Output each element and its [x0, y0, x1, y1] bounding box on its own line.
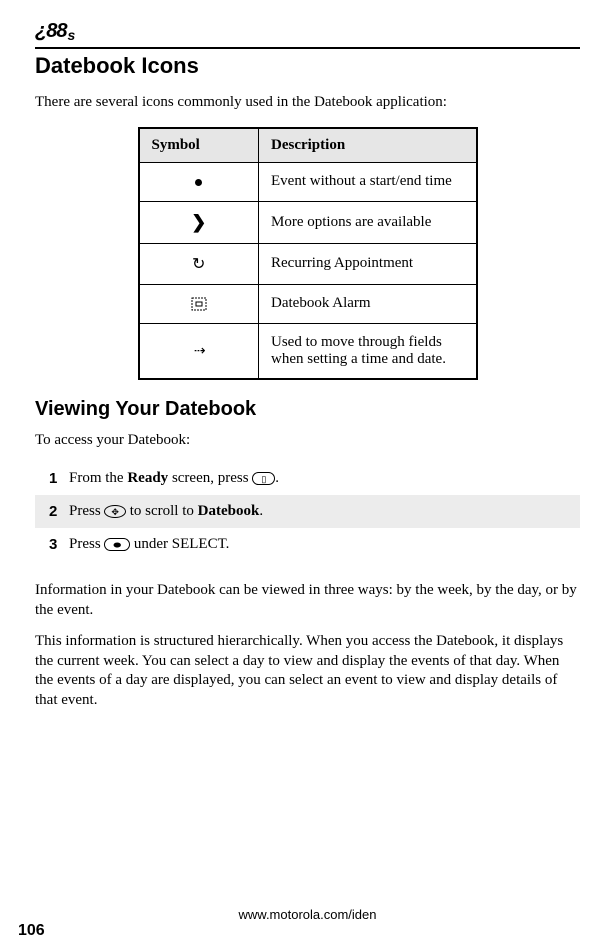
step-fragment: Press: [69, 536, 104, 552]
steps-table: 1 From the Ready screen, press ▯. 2 Pres…: [35, 462, 580, 561]
symbol-cell: ↻: [139, 243, 259, 284]
table-row: Event without a start/end time: [139, 162, 477, 201]
symbol-cell: ⇢: [139, 323, 259, 379]
access-text: To access your Datebook:: [35, 431, 580, 451]
table-row: ↻ Recurring Appointment: [139, 243, 477, 284]
symbol-cell: [139, 162, 259, 201]
step-fragment: under SELECT.: [130, 536, 229, 552]
step-fragment: From the: [69, 470, 127, 486]
step-text: Press ✥ to scroll to Datebook.: [69, 495, 580, 528]
step-row: 2 Press ✥ to scroll to Datebook.: [35, 495, 580, 528]
brand-logo: ¿88s: [35, 20, 580, 45]
step-fragment: to scroll to: [126, 503, 198, 519]
desc-cell: Recurring Appointment: [259, 243, 477, 284]
table-row: ❯ More options are available: [139, 201, 477, 243]
step-number: 3: [35, 528, 69, 561]
info-paragraph-2: This information is structured hierarchi…: [35, 632, 580, 710]
header-description: Description: [259, 128, 477, 163]
section-heading: Viewing Your Datebook: [35, 398, 580, 421]
step-text: From the Ready screen, press ▯.: [69, 462, 580, 495]
table-row: ⇢ Used to move through fields when setti…: [139, 323, 477, 379]
dot-icon: [195, 179, 202, 186]
footer-url: www.motorola.com/iden: [0, 907, 615, 922]
step-bold: Ready: [127, 470, 168, 486]
intro-text: There are several icons commonly used in…: [35, 93, 580, 113]
top-rule: [35, 47, 580, 49]
chevron-icon: ❯: [191, 212, 206, 232]
page-number: 106: [18, 922, 45, 940]
step-row: 3 Press ⬬ under SELECT.: [35, 528, 580, 561]
step-row: 1 From the Ready screen, press ▯.: [35, 462, 580, 495]
step-text: Press ⬬ under SELECT.: [69, 528, 580, 561]
header-symbol: Symbol: [139, 128, 259, 163]
desc-cell: Datebook Alarm: [259, 284, 477, 323]
page-title: Datebook Icons: [35, 53, 580, 79]
desc-cell: More options are available: [259, 201, 477, 243]
step-fragment: .: [275, 470, 279, 486]
symbol-cell: ❯: [139, 201, 259, 243]
symbol-table: Symbol Description Event without a start…: [138, 127, 478, 380]
alarm-icon: [191, 295, 207, 312]
step-number: 1: [35, 462, 69, 495]
table-header-row: Symbol Description: [139, 128, 477, 163]
brand-suffix: s: [67, 27, 74, 43]
step-fragment: .: [259, 503, 263, 519]
table-row: Datebook Alarm: [139, 284, 477, 323]
step-bold: Datebook: [198, 503, 260, 519]
recurring-icon: ↻: [192, 256, 205, 273]
arrow-icon: ⇢: [194, 344, 204, 359]
desc-cell: Used to move through fields when setting…: [259, 323, 477, 379]
step-number: 2: [35, 495, 69, 528]
info-paragraph-1: Information in your Datebook can be view…: [35, 581, 580, 620]
brand-text: ¿88: [35, 20, 66, 42]
step-fragment: screen, press: [168, 470, 252, 486]
select-key-icon: ⬬: [104, 538, 130, 551]
nav-key-icon: ✥: [104, 505, 126, 518]
symbol-cell: [139, 284, 259, 323]
desc-cell: Event without a start/end time: [259, 162, 477, 201]
menu-key-icon: ▯: [252, 472, 275, 485]
step-fragment: Press: [69, 503, 104, 519]
